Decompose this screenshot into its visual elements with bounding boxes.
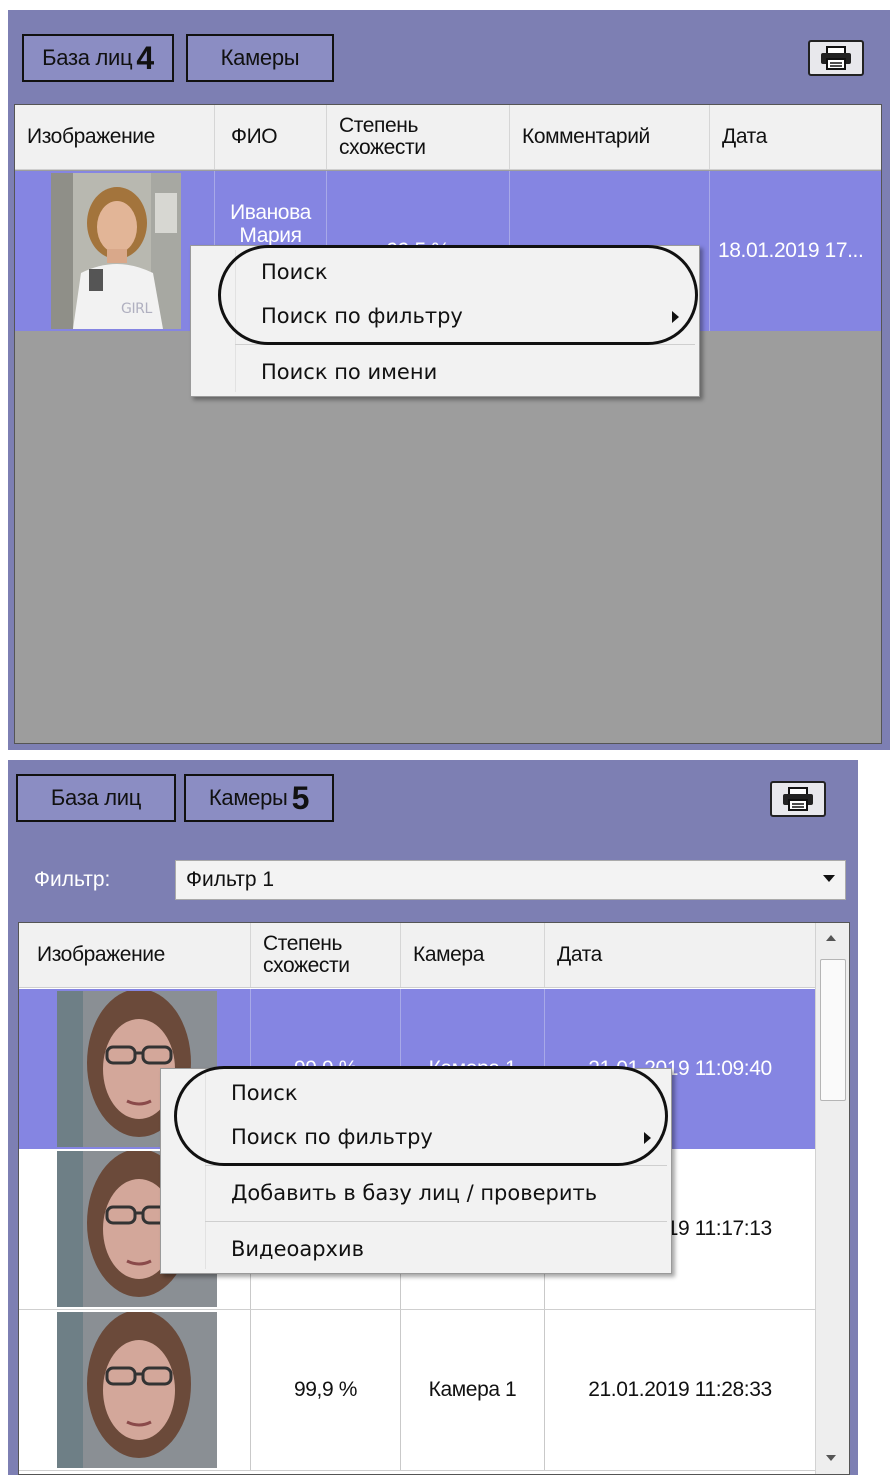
face-image-cell [19, 1310, 251, 1470]
faces-table: Изображение ФИО Степень схожести Коммент… [14, 104, 882, 744]
menu-item-label: Поиск по фильтру [231, 1125, 433, 1149]
table-row[interactable]: 99,9 % Камера 1 21.01.2019 11:28:33 [19, 1310, 815, 1471]
col-comment[interactable]: Комментарий [510, 105, 710, 169]
tab-cameras[interactable]: Камеры [186, 34, 334, 82]
menu-item-search[interactable]: Поиск [191, 250, 699, 294]
submenu-arrow-icon [672, 311, 679, 323]
menu-item-search-by-filter[interactable]: Поиск по фильтру [191, 294, 699, 338]
table-header: Изображение ФИО Степень схожести Коммент… [15, 105, 881, 170]
tab-faces-database[interactable]: База лиц 4 [22, 34, 174, 82]
col-name[interactable]: ФИО [215, 105, 327, 169]
scrollbar-thumb[interactable] [820, 959, 846, 1101]
tab-faces-database[interactable]: База лиц [16, 774, 176, 822]
context-menu: Поиск Поиск по фильтру Поиск по имени [190, 245, 700, 397]
col-camera[interactable]: Камера [401, 923, 545, 987]
col-similarity[interactable]: Степень схожести [251, 923, 401, 987]
tab-cameras[interactable]: Камеры 5 [184, 774, 334, 822]
col-similarity[interactable]: Степень схожести [327, 105, 510, 169]
col-image[interactable]: Изображение [15, 105, 215, 169]
col-date[interactable]: Дата [545, 923, 815, 987]
menu-item-search-by-name[interactable]: Поиск по имени [191, 350, 699, 394]
vertical-scrollbar[interactable] [815, 923, 849, 1474]
filter-value: Фильтр 1 [186, 868, 275, 891]
tab-label: База лиц [42, 45, 133, 70]
tab-label: Камеры [220, 45, 300, 70]
menu-separator [205, 1221, 667, 1222]
date-cell: 21.01.2019 11:28:33 [588, 1378, 772, 1401]
col-date[interactable]: Дата [710, 105, 881, 169]
print-button[interactable] [808, 40, 864, 76]
filter-label: Фильтр: [34, 868, 111, 891]
camera-cell: Камера 1 [401, 1310, 545, 1470]
menu-item-search[interactable]: Поиск [161, 1071, 671, 1115]
printer-icon [783, 787, 813, 811]
menu-item-add-to-faces-database[interactable]: Добавить в базу лиц / проверить [161, 1171, 671, 1215]
table-header: Изображение Степень схожести Камера Дата [19, 923, 815, 988]
scroll-up-icon[interactable] [826, 935, 836, 941]
col-image[interactable]: Изображение [19, 923, 251, 987]
menu-item-video-archive[interactable]: Видеоархив [161, 1227, 671, 1271]
filter-select[interactable]: Фильтр 1 [175, 860, 846, 900]
callout-number: 4 [136, 39, 154, 76]
menu-separator [205, 1165, 667, 1166]
similarity-cell: 99,9 % [251, 1310, 401, 1470]
date-cell: 18.01.2019 17... [718, 239, 864, 262]
svg-text:GIRL: GIRL [121, 301, 153, 317]
tab-label: База лиц [50, 785, 142, 810]
menu-separator [235, 344, 695, 345]
menu-item-search-by-filter[interactable]: Поиск по фильтру [161, 1115, 671, 1159]
face-photo [57, 1312, 217, 1468]
scroll-down-icon[interactable] [826, 1455, 836, 1461]
chevron-down-icon [823, 875, 835, 882]
submenu-arrow-icon [644, 1132, 651, 1144]
context-menu: Поиск Поиск по фильтру Добавить в базу л… [160, 1068, 672, 1274]
tab-label: Камеры [208, 785, 288, 810]
face-image-cell: GIRL [15, 171, 215, 331]
print-button[interactable] [770, 781, 826, 817]
callout-number: 5 [291, 779, 310, 816]
face-photo: GIRL [51, 173, 181, 329]
printer-icon [821, 46, 851, 70]
menu-item-label: Поиск по фильтру [261, 304, 463, 328]
